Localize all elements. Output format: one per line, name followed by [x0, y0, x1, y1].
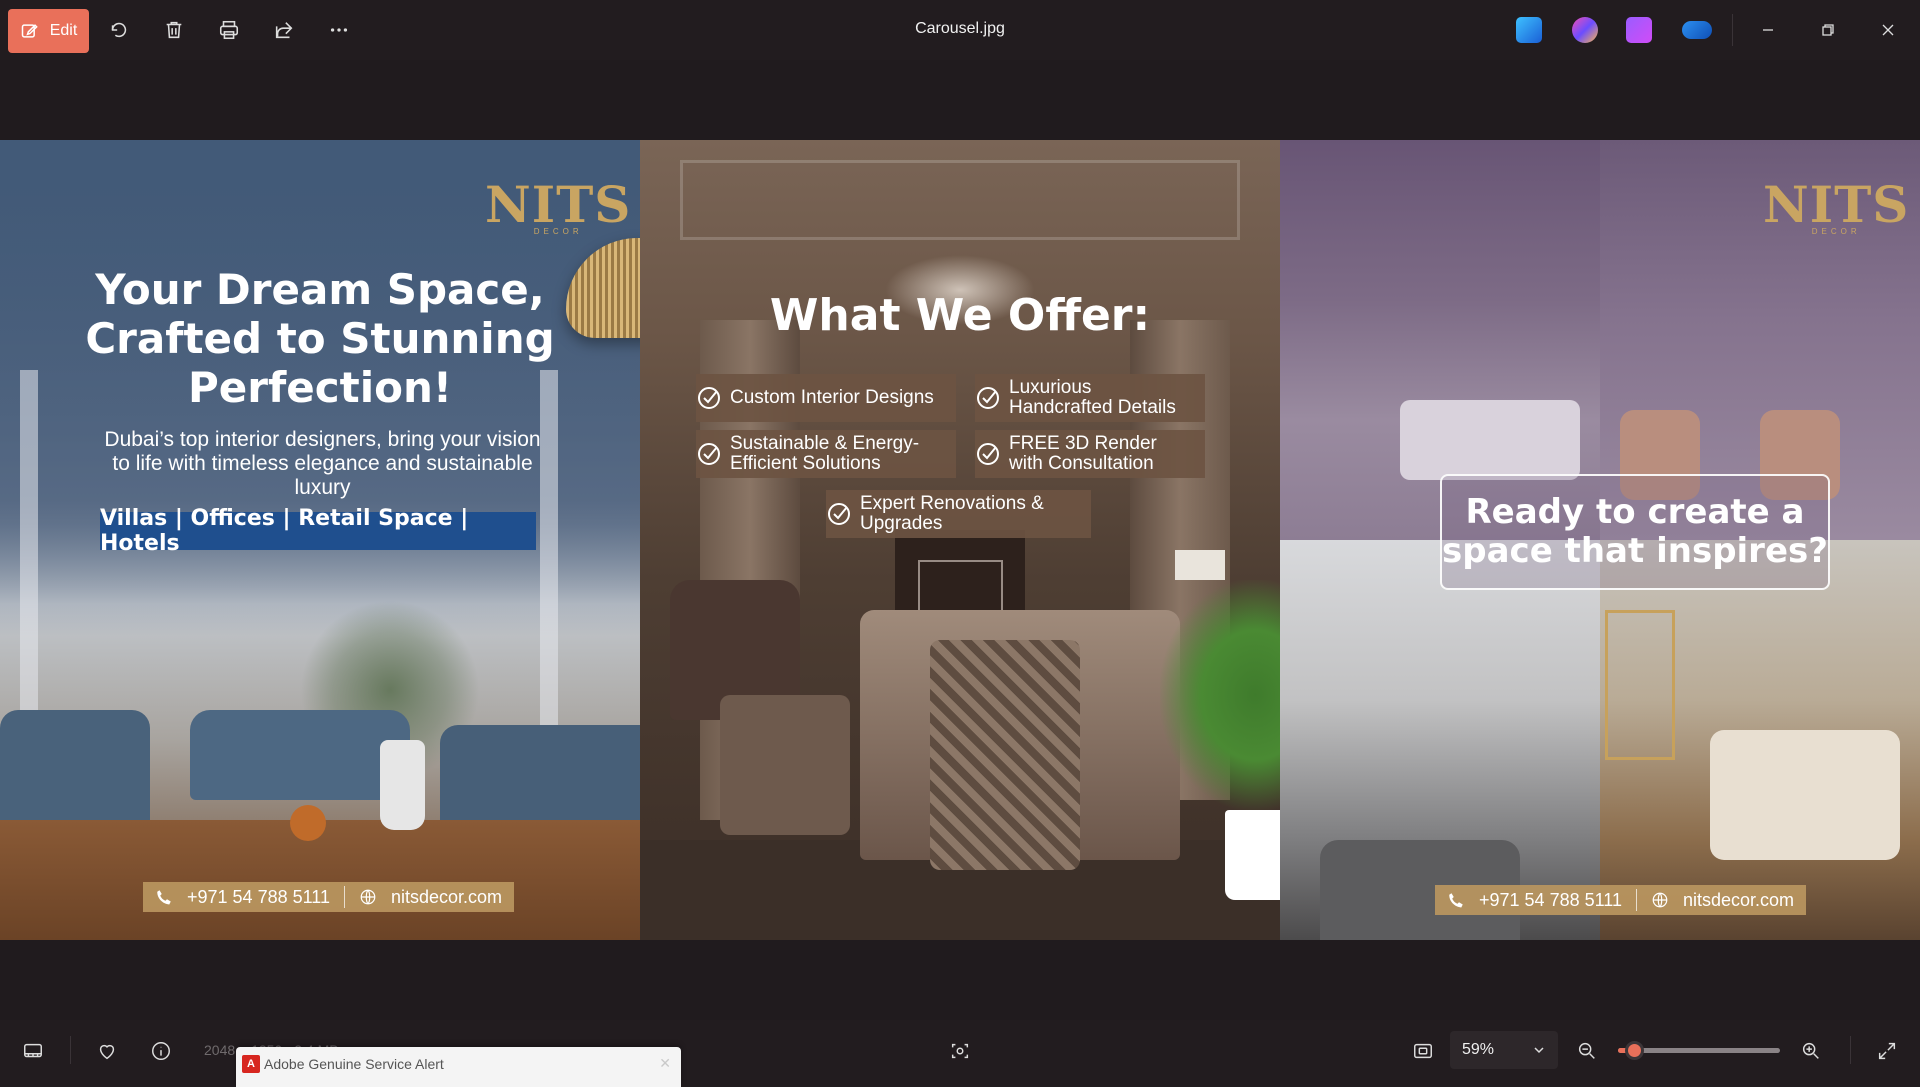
offer-item: Luxurious Handcrafted Details	[975, 374, 1205, 422]
cta-box: Ready to create a space that inspires?	[1440, 474, 1830, 590]
share-icon[interactable]	[269, 15, 299, 45]
favorite-heart-icon[interactable]	[94, 1038, 120, 1064]
website: nitsdecor.com	[1682, 889, 1795, 910]
minimize-button[interactable]	[1748, 12, 1788, 48]
slide-2-headline: What We Offer:	[769, 290, 1151, 341]
sofa	[1400, 400, 1580, 480]
gold-divider-screen	[1605, 610, 1675, 760]
toolbar-divider	[70, 1036, 71, 1064]
decor-vase	[290, 805, 326, 841]
bedside-lamp	[1175, 550, 1225, 580]
edit-icon	[21, 24, 38, 38]
zoom-slider[interactable]	[1618, 1041, 1780, 1060]
edit-button[interactable]: Edit	[8, 9, 89, 53]
clipchamp-icon[interactable]	[1626, 17, 1652, 43]
visual-search-icon[interactable]	[947, 1038, 973, 1064]
delete-icon[interactable]	[159, 15, 189, 45]
offer-item: Custom Interior Designs	[696, 374, 956, 422]
vase	[380, 740, 425, 830]
image-canvas[interactable]: NITS DECOR Your Dream Space, Crafted to …	[0, 140, 1920, 940]
check-circle-icon	[977, 387, 999, 409]
fit-to-screen-icon[interactable]	[1410, 1038, 1436, 1064]
info-icon[interactable]	[148, 1038, 174, 1064]
offer-text: Luxurious Handcrafted Details	[1009, 377, 1176, 418]
print-icon[interactable]	[214, 15, 244, 45]
zoom-out-icon[interactable]	[1574, 1038, 1600, 1064]
zoom-in-icon[interactable]	[1798, 1038, 1824, 1064]
website: nitsdecor.com	[390, 886, 503, 907]
bench	[720, 695, 850, 835]
plant-pot	[1225, 810, 1280, 900]
fullscreen-icon[interactable]	[1874, 1038, 1900, 1064]
phone-number: +971 54 788 5111	[1479, 889, 1622, 910]
zoom-slider-thumb[interactable]	[1625, 1041, 1644, 1060]
sofa	[1710, 730, 1900, 860]
plant-decor	[1160, 580, 1280, 810]
toolbar-divider	[1850, 1036, 1851, 1064]
close-icon[interactable]: ✕	[659, 1055, 671, 1072]
contact-bar: +971 54 788 5111 nitsdecor.com	[1435, 885, 1807, 915]
zoom-level-value: 59%	[1462, 1041, 1495, 1058]
slide-1-headline: Your Dream Space, Crafted to Stunning Pe…	[85, 265, 555, 412]
adobe-alert-notification[interactable]: A Adobe Genuine Service Alert ✕	[236, 1047, 681, 1087]
contact-divider	[1635, 889, 1637, 911]
globe-icon	[360, 889, 376, 905]
logo-text: NITS	[1763, 175, 1910, 234]
zoom-level-dropdown[interactable]: 59%	[1450, 1031, 1558, 1069]
sofa	[190, 710, 410, 800]
offer-text: Expert Renovations & Upgrades	[860, 493, 1044, 534]
restore-icon	[1822, 24, 1834, 36]
carousel-slide-2: What We Offer: Custom Interior Designs L…	[640, 140, 1280, 940]
nits-decor-logo: NITS DECOR	[1763, 180, 1909, 236]
close-button[interactable]	[1868, 12, 1908, 48]
photo-editor-icon[interactable]	[1516, 17, 1542, 43]
titlebar-divider	[1732, 14, 1733, 46]
offer-text: Custom Interior Designs	[730, 387, 934, 408]
chevron-down-icon	[1534, 1047, 1544, 1054]
offer-item: Sustainable & Energy-Efficient Solutions	[696, 430, 956, 478]
phone-icon	[1449, 893, 1463, 908]
contact-divider	[343, 886, 345, 908]
copilot-icon[interactable]	[1572, 17, 1598, 43]
onedrive-icon[interactable]	[1682, 21, 1712, 39]
more-icon[interactable]	[324, 15, 354, 45]
nits-decor-logo: NITS DECOR	[485, 180, 631, 236]
phone-number: +971 54 788 5111	[187, 886, 330, 907]
filmstrip-icon[interactable]	[20, 1038, 46, 1064]
offer-item: Expert Renovations & Upgrades	[826, 490, 1091, 538]
sectors-banner: Villas | Offices | Retail Space | Hotels	[100, 506, 536, 556]
phone-icon	[157, 890, 171, 905]
contact-bar: +971 54 788 5111 nitsdecor.com	[143, 882, 515, 912]
globe-icon	[1652, 892, 1668, 908]
adobe-logo-icon: A	[242, 1055, 260, 1073]
rotate-icon[interactable]	[104, 15, 134, 45]
title-bar: Edit Carousel.jpg	[0, 0, 1920, 60]
notification-text: Adobe Genuine Service Alert	[264, 1056, 444, 1072]
close-icon	[1882, 24, 1894, 36]
slide-1-subline: Dubai’s top interior designers, bring yo…	[104, 428, 541, 499]
check-circle-icon	[698, 443, 720, 465]
coffee-table	[0, 820, 640, 940]
offer-text: Sustainable & Energy-Efficient Solutions	[730, 433, 920, 474]
restore-button[interactable]	[1808, 12, 1848, 48]
offer-text: FREE 3D Render with Consultation	[1009, 433, 1157, 474]
check-circle-icon	[828, 503, 850, 525]
logo-text: NITS	[485, 175, 632, 234]
ceiling-molding	[680, 160, 1240, 240]
carousel-slide-3: NITS DECOR Ready to create a space that …	[1280, 140, 1920, 940]
carousel-slide-1: NITS DECOR Your Dream Space, Crafted to …	[0, 140, 640, 940]
edit-label: Edit	[49, 22, 78, 39]
check-circle-icon	[977, 443, 999, 465]
check-circle-icon	[698, 387, 720, 409]
offer-item: FREE 3D Render with Consultation	[975, 430, 1205, 478]
minimize-icon	[1763, 29, 1773, 31]
bed-throw	[930, 640, 1080, 870]
